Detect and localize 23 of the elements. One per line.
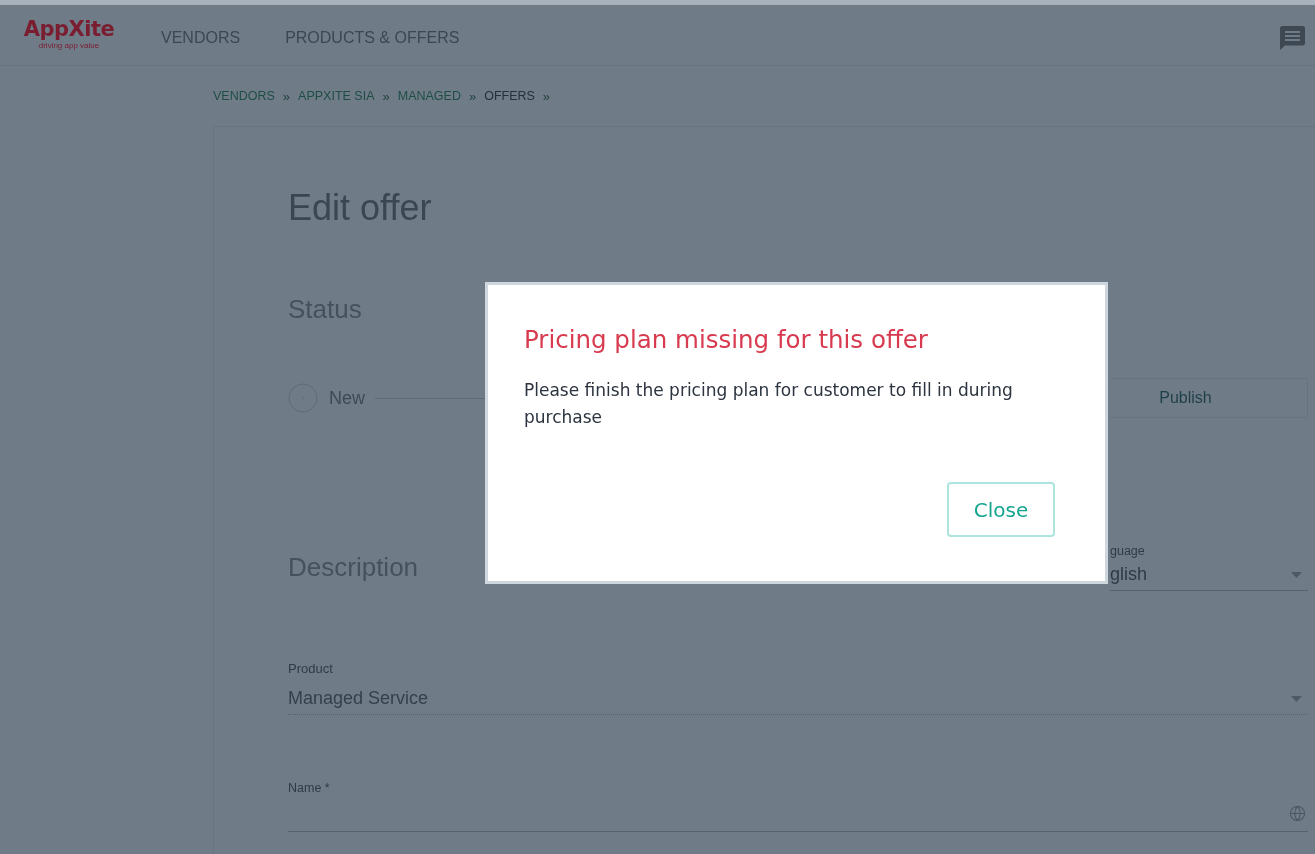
breadcrumb-separator: » [382,88,390,104]
breadcrumb-separator: » [542,88,551,104]
breadcrumb-separator: » [468,88,477,104]
close-button[interactable]: Close [947,482,1055,537]
dialog-title: Pricing plan missing for this offer [524,325,928,355]
field-label: Name * [288,780,330,796]
breadcrumb-link[interactable]: APPXITE SIA [298,89,375,103]
page-title: Edit offer [288,186,432,230]
breadcrumb-link[interactable]: MANAGED [397,89,461,103]
field-label: Product [288,661,333,677]
chat-icon[interactable] [1280,25,1305,50]
caret-icon [1291,695,1302,702]
language-select[interactable]: glish [1110,559,1308,591]
dialog-message: Please finish the pricing plan for customer to fill in during purchase [524,379,1014,429]
publish-button[interactable]: Publish [1110,378,1308,418]
logo-tagline: driving app value [38,41,100,50]
field-label: guage [1110,543,1145,559]
caret-icon [1291,571,1302,578]
logo-text: AppXite [23,17,115,41]
breadcrumb-link[interactable]: OFFERS [484,89,535,103]
breadcrumb-link[interactable]: VENDORS [213,89,275,103]
globe-icon[interactable] [1289,805,1306,822]
breadcrumb-separator: » [282,88,291,104]
